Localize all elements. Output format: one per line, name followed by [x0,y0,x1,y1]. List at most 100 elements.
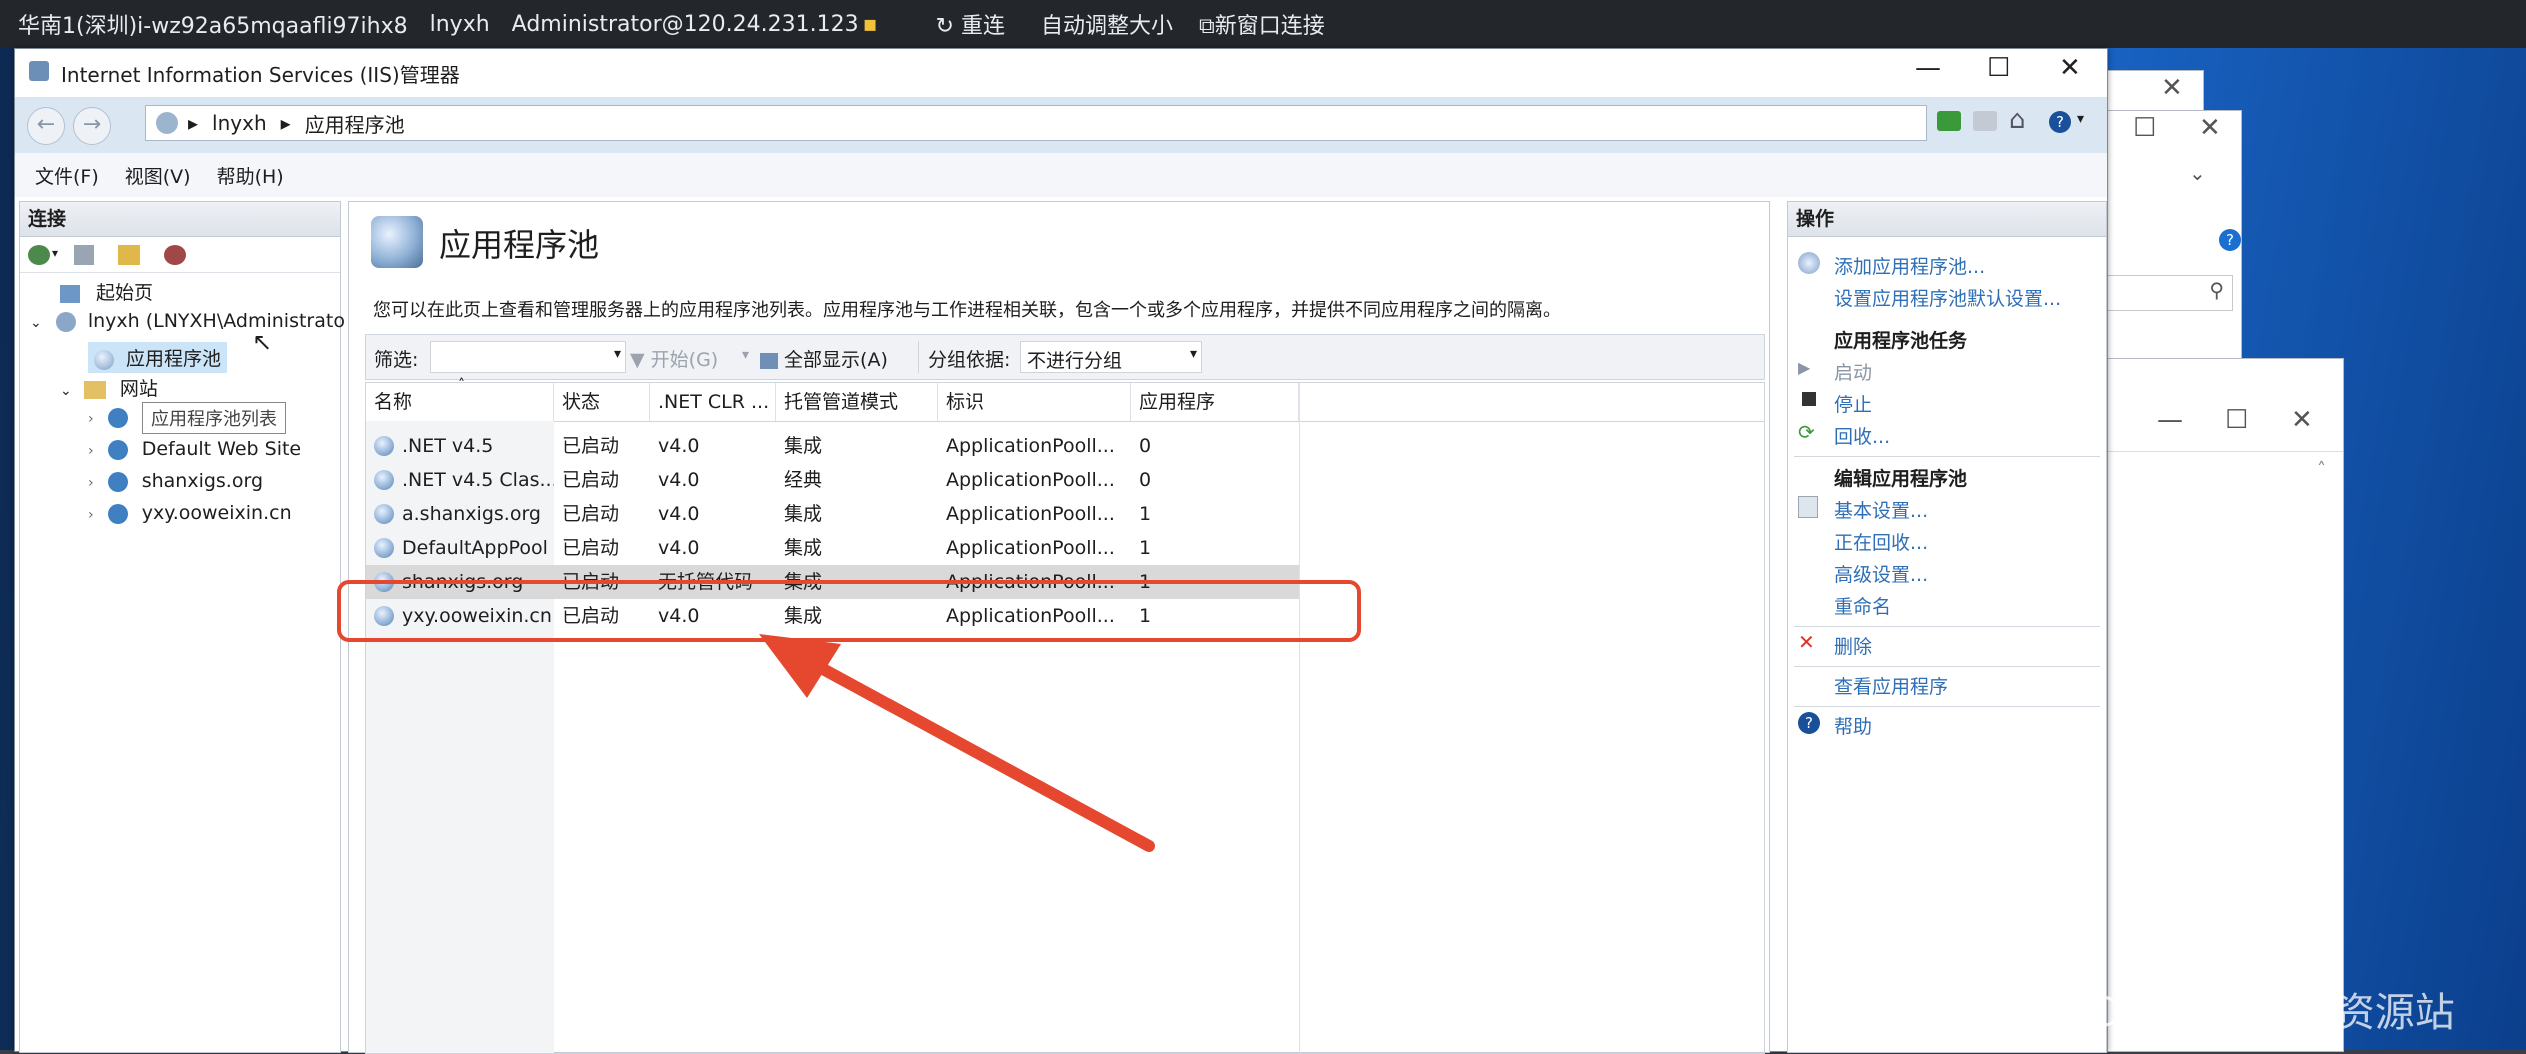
maximize-button[interactable]: ☐ [1987,53,2010,83]
cell-text: v4.0 [658,537,700,559]
action-start[interactable]: 启动 [1834,358,1872,385]
chevron-down-icon[interactable]: ▾ [52,246,58,260]
show-all-label: 全部显示(A) [784,349,888,371]
chevron-down-icon[interactable]: ⌄ [30,315,42,331]
cell-text: .NET v4.5 [402,435,494,457]
action-advanced-settings[interactable]: 高级设置... [1834,560,1928,587]
refresh-page-icon[interactable] [1937,111,1961,131]
maximize-icon[interactable]: ☐ [2225,405,2248,435]
action-set-defaults[interactable]: 设置应用程序池默认设置... [1834,284,2061,311]
action-add-pool[interactable]: 添加应用程序池... [1834,252,1985,279]
menu-file[interactable]: 文件(F) [35,162,99,189]
chevron-down-icon[interactable]: ▾ [1190,346,1197,362]
chevron-right-icon[interactable]: › [88,475,94,491]
sites-folder-icon [83,380,106,399]
chevron-down-icon[interactable]: ⌄ [2189,161,2206,185]
start-filter-button[interactable]: ▼ 开始(G) [630,345,718,372]
background-window-3[interactable]: — ☐ ✕ ˄ [2090,358,2344,1052]
action-stop[interactable]: 停止 [1834,390,1872,417]
connections-pane: 连接 ▾ 起始页 ⌄ lnyxh (LNYXH\Administrato 应用程… [19,201,345,1053]
new-window-button[interactable]: ⧉新窗口连接 [1199,8,1325,40]
tooltip: 应用程序池列表 [142,402,286,434]
cell-apps: 0 [1131,429,1299,463]
cell-clr: v4.0 [650,497,776,531]
table-row[interactable]: a.shanxigs.org 已启动 v4.0 集成 ApplicationPooll.… [366,497,1299,531]
save-icon[interactable] [74,245,94,265]
action-recycling[interactable]: 正在回收... [1834,528,1928,555]
cell-pipeline: 集成 [776,429,938,463]
action-help[interactable]: 帮助 [1834,712,1872,739]
breadcrumb[interactable]: ▸ lnyxh ▸ 应用程序池 [145,105,1927,141]
show-all-button[interactable]: 全部显示(A) [760,345,888,372]
group-by-select[interactable]: 不进行分组 ▾ [1020,341,1202,373]
chevron-right-icon[interactable]: › [88,411,94,427]
search-input[interactable]: ⚲ [2091,275,2233,311]
table-row[interactable]: .NET v4.5 已启动 v4.0 集成 ApplicationPooll... 0 [366,429,1299,463]
help-icon[interactable]: ? [2219,229,2241,251]
cell-pipeline: 集成 [776,531,938,565]
action-view-apps[interactable]: 查看应用程序 [1834,672,1948,699]
folder-up-icon[interactable] [118,245,140,265]
actions-pane: 操作 添加应用程序池... 设置应用程序池默认设置... 应用程序池任务 ▶ 启… [1787,201,2107,1053]
menu-help[interactable]: 帮助(H) [217,162,284,189]
breadcrumb-item-app-pools[interactable]: 应用程序池 [305,109,405,138]
tree-item-yxy[interactable]: › yxy.ooweixin.cn [88,502,292,524]
close-icon[interactable]: ✕ [2291,405,2313,435]
tree-item-label: yxy.ooweixin.cn [141,502,292,524]
cell-clr: v4.0 [650,531,776,565]
action-recycle[interactable]: 回收... [1834,422,1890,449]
close-icon[interactable]: ✕ [2161,73,2183,103]
remote-user-label: Administrator@120.24.231.123 [511,11,859,37]
action-rename[interactable]: 重命名 [1834,592,1891,619]
close-icon[interactable]: ✕ [2199,113,2221,143]
reconnect-button[interactable]: ↻ 重连 [936,8,1005,40]
home-icon[interactable]: ⌂ [2009,105,2026,135]
tree-item-default-site-collapsed[interactable]: › [88,406,128,428]
close-button[interactable]: ✕ [2059,53,2081,83]
column-header-pipeline[interactable]: 托管管道模式 [776,383,938,421]
chevron-down-icon[interactable]: ▾ [2077,111,2084,127]
back-button[interactable]: ← [27,107,65,145]
reconnect-label: 重连 [960,14,1005,39]
action-basic-settings[interactable]: 基本设置... [1834,496,1928,523]
tree-item-server[interactable]: ⌄ lnyxh (LNYXH\Administrato [30,310,345,332]
tree-item-label: 网站 [119,378,158,400]
cell-text: 1 [1139,537,1152,559]
column-header-apps[interactable]: 应用程序 [1131,383,1299,421]
breadcrumb-item-server[interactable]: lnyxh [212,111,267,135]
stop-icon[interactable] [1973,111,1997,131]
chevron-down-icon[interactable]: ▾ [614,346,621,362]
disconnect-icon[interactable] [164,245,186,265]
column-header-identity[interactable]: 标识 [938,383,1131,421]
tree-item-start-page[interactable]: 起始页 [60,278,153,305]
filter-input[interactable]: ▾ [430,341,626,373]
filter-bar: 筛选: ▾ ▼ 开始(G) ▾ 全部显示(A) 分组依据: 不进行分组 ▾ [365,334,1765,380]
chevron-right-icon[interactable]: › [88,507,94,523]
cell-text: a.shanxigs.org [402,503,541,525]
help-icon[interactable]: ? [2049,111,2071,133]
start-filter-label: 开始(G) [650,349,719,371]
maximize-icon[interactable]: ☐ [2133,113,2156,143]
scroll-up-icon[interactable]: ˄ [2317,459,2326,480]
forward-button[interactable]: → [73,107,111,145]
tree-item-default-web-site[interactable]: › Default Web Site [88,438,301,460]
auto-resize-button[interactable]: 自动调整大小 [1041,8,1173,40]
chevron-down-icon[interactable]: ⌄ [60,383,72,399]
chevron-right-icon[interactable]: › [88,443,94,459]
table-row[interactable]: DefaultAppPool 已启动 v4.0 集成 ApplicationPooll.… [366,531,1299,565]
menu-view[interactable]: 视图(V) [125,162,191,189]
column-header-status[interactable]: 状态 [554,383,650,421]
minimize-button[interactable]: — [1915,53,1941,83]
minimize-icon[interactable]: — [2157,405,2183,435]
chevron-down-icon[interactable]: ▾ [742,347,749,363]
column-header-clr[interactable]: .NET CLR ... [650,383,776,421]
cell-text: 已启动 [562,469,620,491]
tree-item-app-pools[interactable]: 应用程序池 [88,342,228,373]
server-icon [55,311,76,332]
tree-item-sites[interactable]: ⌄ 网站 [60,374,158,401]
table-row[interactable]: .NET v4.5 Clas... 已启动 v4.0 经典 ApplicationPoo… [366,463,1299,497]
connect-icon[interactable] [28,245,50,265]
cell-text: ApplicationPooll... [946,503,1115,525]
tree-item-shanxigs[interactable]: › shanxigs.org [88,470,263,492]
action-delete[interactable]: 删除 [1834,632,1872,659]
